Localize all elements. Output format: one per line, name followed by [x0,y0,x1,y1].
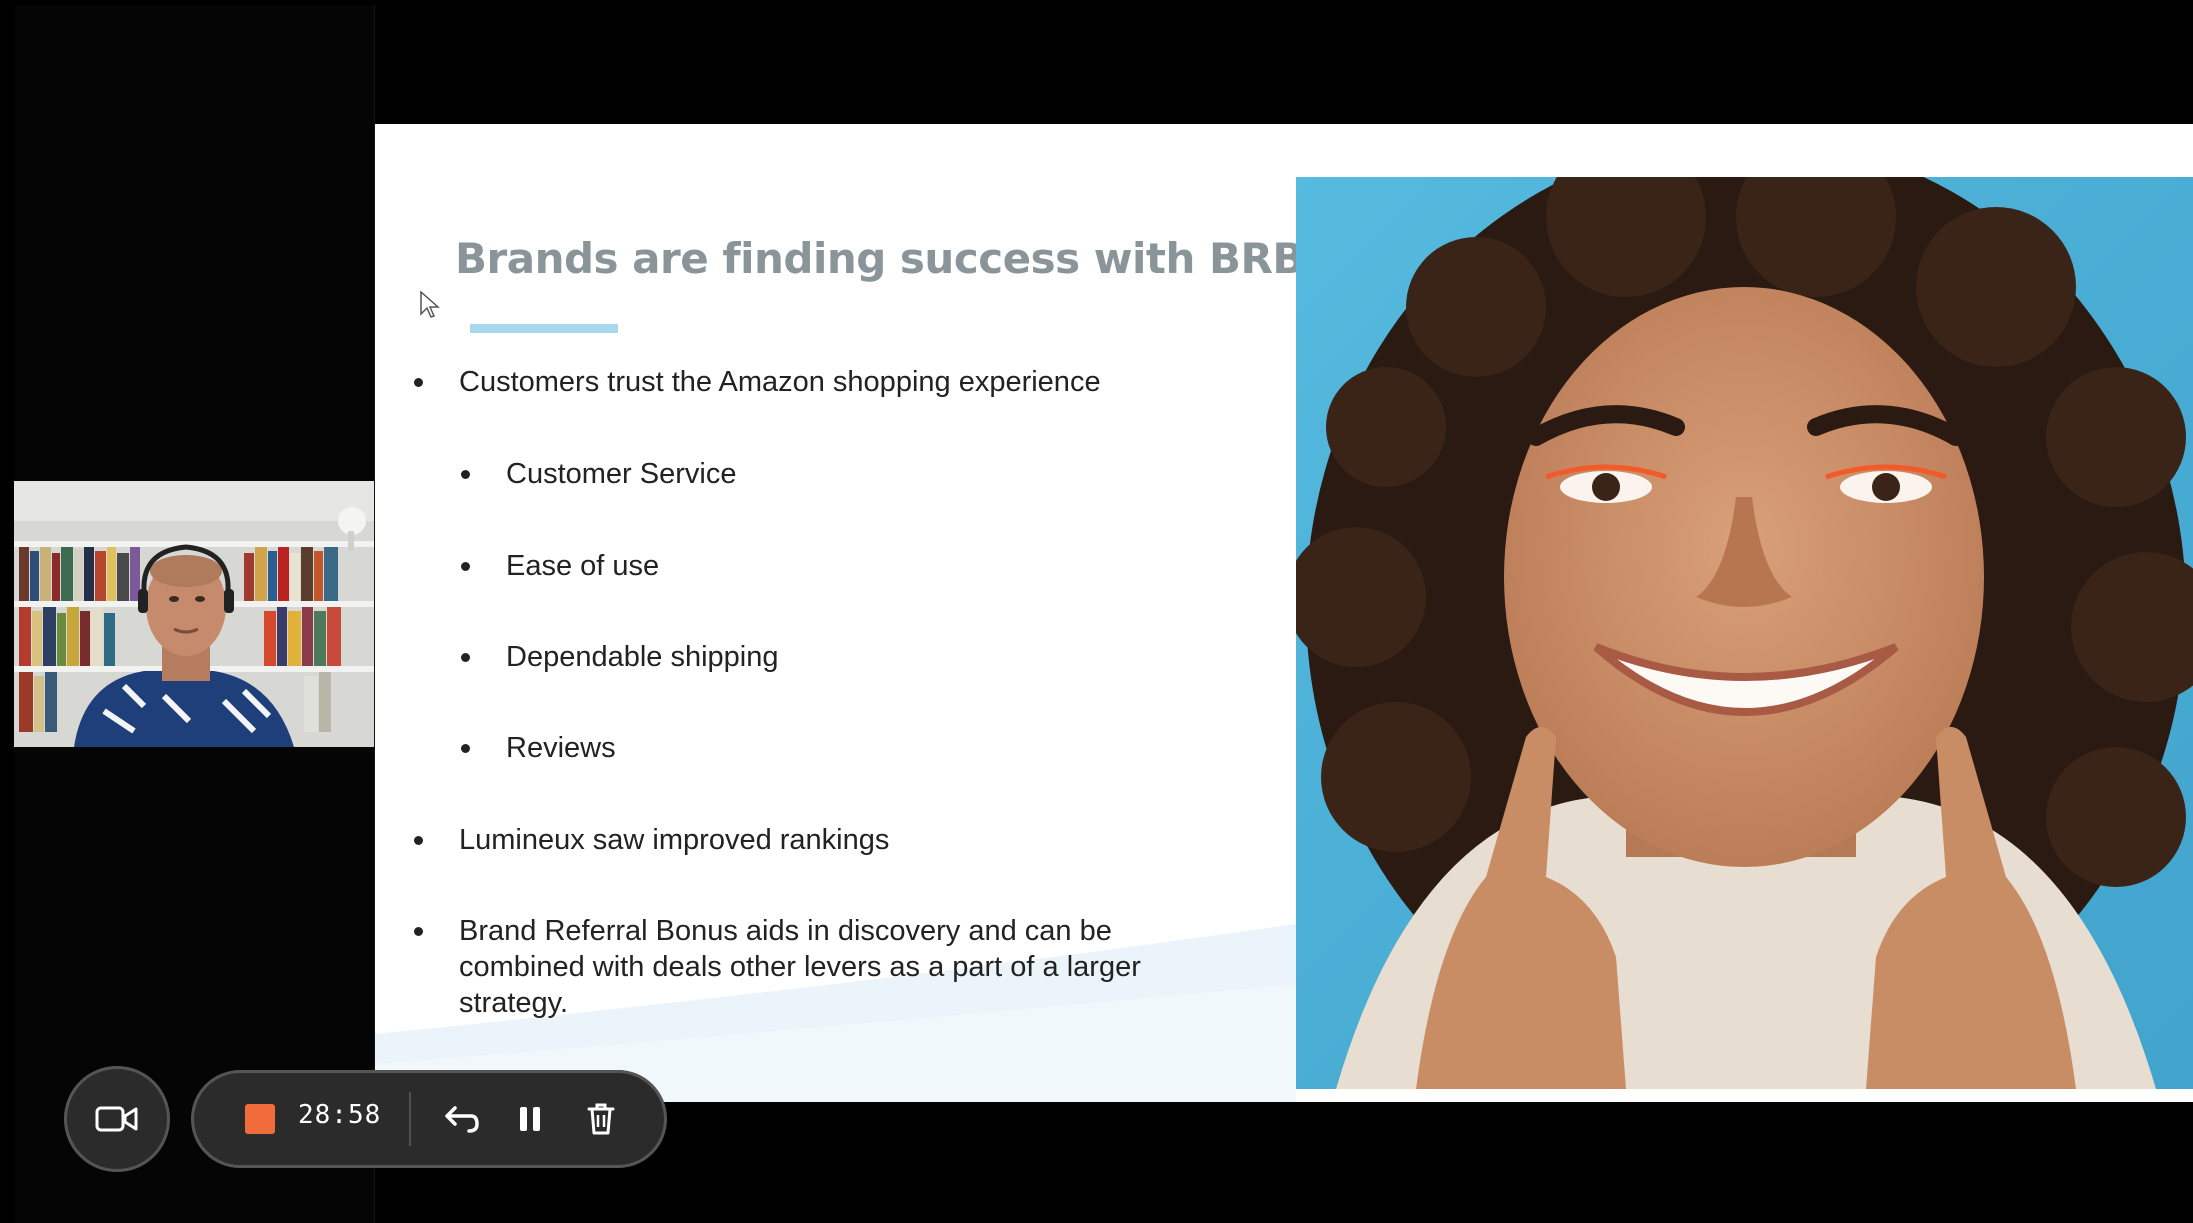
bullet-item: Ease of use [461,548,660,584]
presentation-slide: Brands are finding success with BRB Cust… [375,124,2193,1102]
bullet-item: Lumineux saw improved rankings [414,822,890,858]
slide-photo [1296,177,2193,1089]
video-camera-icon [95,1106,138,1132]
camera-toggle-button[interactable] [64,1066,170,1172]
bullet-text: Brand Referral Bonus aids in discovery a… [459,915,1141,1019]
recording-controls: 28:58 [191,1070,667,1168]
bullet-dot-icon [461,653,470,662]
bullet-dot-icon [414,378,423,387]
bullet-item: Customer Service [461,456,737,492]
bullet-text: Reviews [506,732,616,764]
smiling-woman-photo [1296,177,2193,1089]
bullet-text: Dependable shipping [506,641,779,673]
bullet-item: Customers trust the Amazon shopping expe… [414,364,1101,400]
delete-recording-button[interactable] [580,1098,622,1140]
screen: Brands are finding success with BRB Cust… [0,0,2193,1223]
bullet-dot-icon [414,927,423,936]
pause-icon [520,1107,540,1131]
bullet-dot-icon [461,470,470,479]
webcam-preview [14,481,374,747]
undo-icon [445,1106,479,1133]
bullet-dot-icon [461,562,470,571]
bullet-dot-icon [414,836,423,845]
bullet-dot-icon [461,744,470,753]
bullet-item: Reviews [461,730,616,766]
mouse-cursor-icon [420,290,440,318]
bullet-text: Customers trust the Amazon shopping expe… [459,366,1101,398]
divider [409,1092,411,1146]
recording-timer: 28:58 [298,1100,382,1130]
presenter-video [14,481,374,747]
bullet-list: Customers trust the Amazon shopping expe… [375,124,1275,1102]
trash-icon [587,1103,615,1135]
bullet-text: Ease of use [506,550,660,582]
bullet-item: Dependable shipping [461,639,779,675]
bullet-text: Lumineux saw improved rankings [459,824,890,856]
undo-button[interactable] [439,1098,481,1140]
stop-recording-button[interactable] [245,1104,275,1134]
pause-button[interactable] [509,1098,551,1140]
bullet-item: Brand Referral Bonus aids in discovery a… [414,913,1229,1021]
bullet-text: Customer Service [506,458,737,490]
